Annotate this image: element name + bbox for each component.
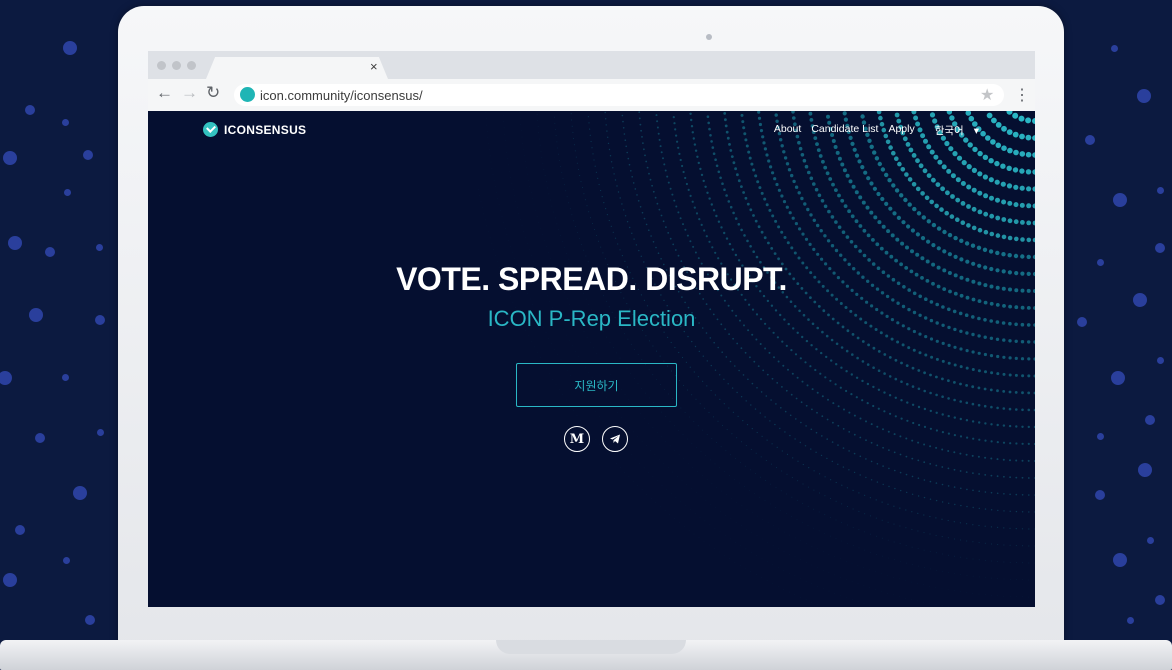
background-dot [95,315,105,325]
background-dot [1126,616,1134,624]
background-dot [1113,553,1127,567]
background-dot [1113,193,1127,207]
nav-language-dropdown[interactable]: 한국어 ▾ [925,123,979,138]
camera-dot [706,34,712,40]
background-dot [1133,293,1147,307]
logo-check-icon [203,122,218,137]
halftone-dot-graphic [478,111,1035,607]
background-dot [1155,595,1165,605]
tab-close-icon[interactable]: × [370,59,378,74]
medium-icon[interactable]: M [564,426,590,452]
background-dot [95,243,103,251]
background-dot [1096,258,1104,266]
background-dot [1095,490,1105,500]
browser-tab[interactable] [206,57,388,79]
background-dot [1137,89,1151,103]
background-dot [35,433,45,443]
background-dot [1145,415,1155,425]
background-dot [63,41,77,55]
background-dot [1156,186,1164,194]
background-dot [3,573,17,587]
apply-button[interactable]: 지원하기 [516,363,677,407]
background-dot [1077,317,1087,327]
nav-about[interactable]: About [774,123,801,138]
browser-window: × ← → ↻ icon.community/iconsensus/ ★ ⋮ I… [148,51,1035,607]
webpage: ICONSENSUS About Candidate List Apply 한국… [148,111,1035,607]
logo-text: ICONSENSUS [224,122,307,137]
site-nav: About Candidate List Apply 한국어 ▾ [764,123,979,138]
chevron-down-icon: ▾ [973,125,979,137]
reload-icon[interactable]: ↻ [206,83,220,103]
background-dot [3,151,17,165]
telegram-plane-icon [610,434,620,444]
background-dot [85,615,95,625]
background-dot [63,188,71,196]
forward-arrow-icon[interactable]: → [181,83,198,103]
tab-bar: × [148,51,1035,79]
hero-subtitle: ICON P-Rep Election [487,306,696,331]
telegram-icon[interactable] [602,426,628,452]
nav-candidate-list[interactable]: Candidate List [811,123,878,138]
browser-toolbar: ← → ↻ icon.community/iconsensus/ ★ ⋮ [148,79,1035,112]
medium-letter: M [569,431,585,447]
background-dot [1156,356,1164,364]
browser-menu-icon[interactable]: ⋮ [1014,85,1030,105]
background-dot [29,308,43,322]
laptop-notch [496,640,686,654]
background-dot [1085,135,1095,145]
background-dot [73,486,87,500]
nav-apply[interactable]: Apply [888,123,914,138]
background-dot [96,428,104,436]
background-dot [62,556,70,564]
background-dot [25,105,35,115]
background-dot [1110,44,1118,52]
window-minimize-dot[interactable] [172,61,181,70]
background-dot [1155,243,1165,253]
site-logo[interactable]: ICONSENSUS [203,122,306,137]
hero-title: VOTE. SPREAD. DISRUPT. [396,261,787,297]
site-favicon-icon [240,87,255,102]
window-close-dot[interactable] [157,61,166,70]
url-text[interactable]: icon.community/iconsensus/ [260,88,423,103]
nav-language-label: 한국어 [934,125,964,137]
back-arrow-icon[interactable]: ← [156,83,173,103]
background-dot [15,525,25,535]
background-dot [8,236,22,250]
background-dot [1146,536,1154,544]
bookmark-star-icon[interactable]: ★ [980,85,994,105]
background-dot [45,247,55,257]
window-maximize-dot[interactable] [187,61,196,70]
background-dot [61,373,69,381]
background-dot [1138,463,1152,477]
address-bar[interactable]: icon.community/iconsensus/ [234,84,1004,106]
background-dot [1111,371,1125,385]
background-dot [0,371,12,385]
background-dot [61,118,69,126]
background-dot [83,150,93,160]
background-dot [1096,432,1104,440]
